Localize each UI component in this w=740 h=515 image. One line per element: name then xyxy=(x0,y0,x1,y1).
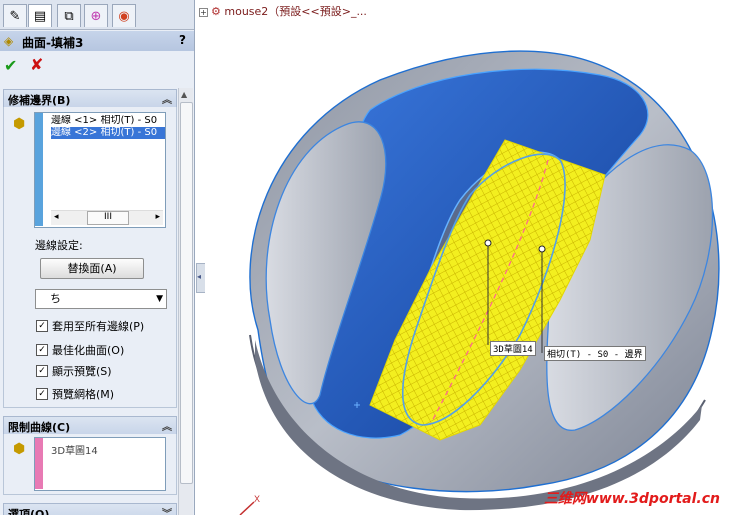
pick-point xyxy=(484,239,492,247)
expand-icon[interactable]: + xyxy=(199,7,208,17)
collapse-icon[interactable]: ︽ xyxy=(162,91,172,106)
horizontal-scrollbar[interactable]: ◂ III ▸ xyxy=(51,210,163,225)
boundary-group-header[interactable]: 修補邊界(B) ︽ xyxy=(3,89,177,108)
model-view[interactable]: X xyxy=(205,0,740,515)
chevron-down-icon[interactable]: ▼ xyxy=(156,290,163,308)
checkbox-label: 預覽網格(M) xyxy=(52,388,115,401)
constraint-group-header[interactable]: 限制曲線(C) ︽ xyxy=(3,416,177,435)
ok-button[interactable]: ✔ xyxy=(4,56,17,75)
edge-settings-label: 邊線設定: xyxy=(35,239,83,252)
options-group-title: 選項(O) xyxy=(8,508,50,515)
property-title-bar: ◈ 曲面-填補3 ? xyxy=(0,31,194,51)
feature-tree-icon: ✎ xyxy=(9,8,21,24)
list-item-selected[interactable]: 邊線 <2> 相切(T) - S0 xyxy=(51,127,165,139)
checkbox-label: 套用至所有邊線(P) xyxy=(52,320,145,333)
boundary-group-title: 修補邊界(B) xyxy=(8,94,71,107)
pick-point xyxy=(538,245,546,253)
list-item[interactable]: 3D草圖14 xyxy=(51,442,98,457)
scroll-thumb[interactable]: III xyxy=(87,211,129,225)
collapse-icon[interactable]: ︽ xyxy=(162,418,172,433)
apply-all-edges-checkbox[interactable]: ✓ 套用至所有邊線(P) xyxy=(36,318,144,334)
configuration-manager-tab[interactable]: ⧉ xyxy=(57,4,81,27)
options-group-header[interactable]: 選項(O) ︾ xyxy=(3,503,177,515)
page-title: 曲面-填補3 xyxy=(22,36,84,50)
scroll-thumb[interactable] xyxy=(180,102,193,484)
help-button[interactable]: ? xyxy=(179,33,186,47)
preview-mesh-checkbox[interactable]: ✓ 預覽網格(M) xyxy=(36,386,114,402)
replace-face-button[interactable]: 替換面(A) xyxy=(40,258,144,279)
constraint-curve-list[interactable]: 3D草圖14 xyxy=(34,437,166,491)
fill-surface-icon: ◈ xyxy=(4,34,14,48)
dimxpert-tab[interactable]: ⊕ xyxy=(84,4,108,27)
curvature-dropdown[interactable]: ち ▼ xyxy=(35,289,167,309)
property-manager-tab[interactable]: ▤ xyxy=(28,4,52,27)
origin-axis xyxy=(239,501,255,515)
property-manager: ✎ ▤ ⧉ ⊕ ◉ ◈ 曲面-填補3 ? ✔ ✘ 修補邊界(B) ︽ ⬢ 邊線 … xyxy=(0,0,195,515)
checkbox-label: 顯示預覽(S) xyxy=(52,365,112,378)
checkbox-mark[interactable]: ✓ xyxy=(36,344,48,356)
tangent-callout[interactable]: 相切(T) - S0 - 邊界 xyxy=(544,346,646,361)
boundary-edge-list[interactable]: 邊線 <1> 相切(T) - S0 邊線 <2> 相切(T) - S0 ◂ II… xyxy=(34,112,166,228)
part-name[interactable]: mouse2（預設<<預設>_... xyxy=(224,5,367,18)
configuration-icon: ⧉ xyxy=(64,8,74,24)
graphics-viewport[interactable]: X xyxy=(205,0,740,515)
scroll-left-icon[interactable]: ◂ xyxy=(54,212,59,222)
checkbox-label: 最佳化曲面(O) xyxy=(52,344,125,357)
selection-color-bar xyxy=(35,438,43,489)
axis-x-label: X xyxy=(254,494,260,504)
scroll-up-icon[interactable]: ▲ xyxy=(181,90,187,99)
selection-color-bar xyxy=(35,113,43,226)
scroll-right-icon[interactable]: ▸ xyxy=(155,212,160,222)
display-manager-tab[interactable]: ◉ xyxy=(112,4,136,27)
edge-selection-icon: ⬢ xyxy=(13,116,26,132)
cancel-button[interactable]: ✘ xyxy=(30,55,43,74)
sketch-callout[interactable]: 3D草圖14 xyxy=(490,341,536,356)
feature-manager-tab[interactable]: ✎ xyxy=(3,4,27,27)
crosshair-icon: ⊕ xyxy=(90,8,102,24)
property-icon: ▤ xyxy=(33,8,47,24)
list-item[interactable]: 邊線 <1> 相切(T) - S0 xyxy=(51,115,165,127)
dropdown-value: ち xyxy=(50,292,61,305)
manager-tabs: ✎ ▤ ⧉ ⊕ ◉ xyxy=(0,0,194,30)
color-wheel-icon: ◉ xyxy=(118,8,130,24)
collapse-icon[interactable]: ︾ xyxy=(162,505,172,515)
curve-selection-icon: ⬢ xyxy=(13,441,26,457)
checkbox-mark[interactable]: ✓ xyxy=(36,320,48,332)
vertical-scrollbar[interactable]: ▲ xyxy=(178,88,193,515)
optimize-surface-checkbox[interactable]: ✓ 最佳化曲面(O) xyxy=(36,342,124,358)
constraint-group-title: 限制曲線(C) xyxy=(8,421,71,434)
collapse-arrow-icon[interactable]: ◂ xyxy=(197,272,201,281)
part-icon: ⚙ xyxy=(211,5,221,18)
checkbox-mark[interactable]: ✓ xyxy=(36,388,48,400)
show-preview-checkbox[interactable]: ✓ 顯示預覽(S) xyxy=(36,363,112,379)
ok-cancel-bar: ✔ ✘ xyxy=(0,54,194,76)
watermark: 三维网www.3dportal.cn xyxy=(543,491,720,507)
checkbox-mark[interactable]: ✓ xyxy=(36,365,48,377)
feature-tree-root[interactable]: + ⚙ mouse2（預設<<預設>_... xyxy=(199,3,367,19)
